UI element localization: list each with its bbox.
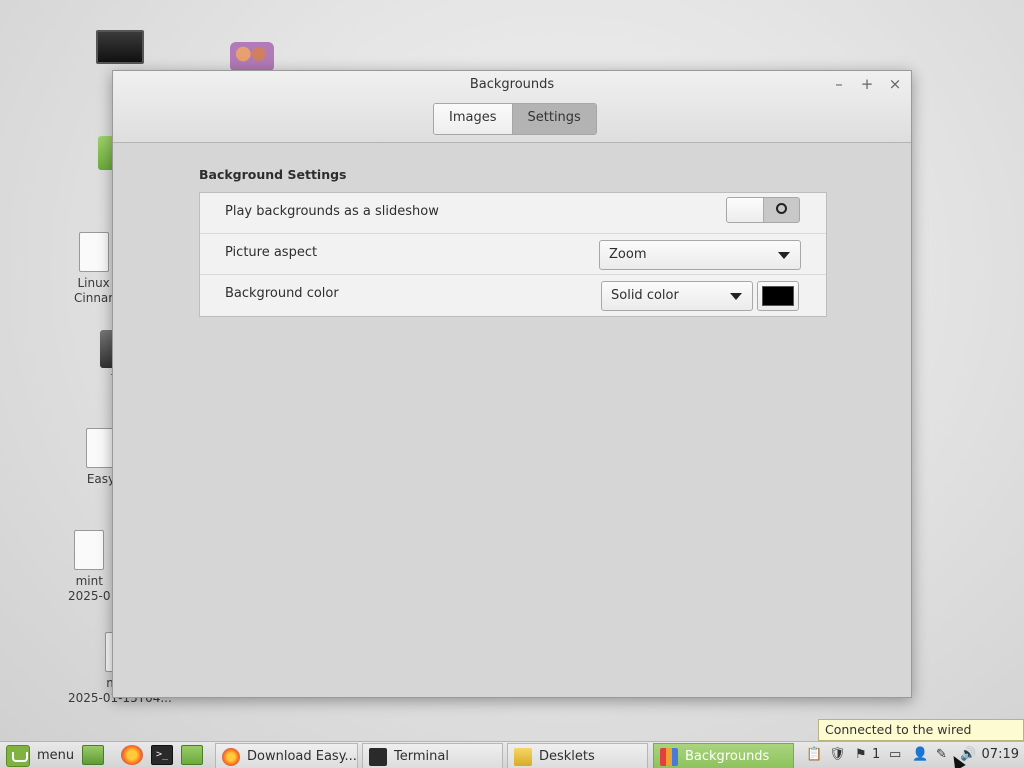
color-swatch xyxy=(762,286,794,306)
close-button[interactable]: × xyxy=(885,75,905,93)
computer-icon xyxy=(96,30,144,64)
taskbar: menu >_ Download Easy... Terminal Deskle… xyxy=(0,741,1024,768)
setting-row-slideshow: Play backgrounds as a slideshow xyxy=(200,193,826,234)
tab-images[interactable]: Images xyxy=(434,104,512,134)
desktop-icon-label: Cinnar xyxy=(74,291,114,305)
task-backgrounds[interactable]: Backgrounds xyxy=(653,743,794,768)
mint-logo-icon xyxy=(6,744,30,767)
caret-down-icon xyxy=(778,252,790,259)
desktop-icon-label: 2025-0 xyxy=(68,589,111,603)
color-type-dropdown[interactable]: Solid color xyxy=(601,281,753,311)
setting-row-aspect: Picture aspect Zoom xyxy=(200,234,826,275)
update-icon[interactable]: ⚑ xyxy=(855,747,867,762)
caret-down-icon xyxy=(730,293,742,300)
task-label: Terminal xyxy=(394,749,449,764)
task-label: Download Easy... xyxy=(247,749,357,764)
color-type-value: Solid color xyxy=(611,288,679,303)
task-label: Desklets xyxy=(539,749,595,764)
users-icon xyxy=(230,42,274,72)
minimize-button[interactable]: – xyxy=(829,75,849,93)
task-terminal[interactable]: Terminal xyxy=(362,743,503,768)
network-tooltip: Connected to the wired network xyxy=(818,719,1024,757)
clock[interactable]: 07:19 xyxy=(982,747,1019,762)
tab-settings[interactable]: Settings xyxy=(511,104,596,134)
section-title: Background Settings xyxy=(199,167,347,182)
network-icon[interactable]: ✎ xyxy=(936,747,947,762)
backgrounds-window: Backgrounds – + × Images Settings Backgr… xyxy=(112,70,912,698)
terminal-icon xyxy=(369,747,387,766)
task-label: Backgrounds xyxy=(685,749,770,764)
desktop-icon-label: Linux xyxy=(77,276,110,290)
display-icon[interactable]: ▭ xyxy=(889,747,901,762)
shield-icon[interactable]: 🛡 xyxy=(829,747,846,762)
switch-knob xyxy=(727,198,764,222)
desklets-icon xyxy=(514,747,532,766)
color-picker-button[interactable] xyxy=(757,281,799,311)
firefox-icon xyxy=(222,747,240,766)
files-launcher-icon[interactable] xyxy=(181,745,203,765)
maximize-button[interactable]: + xyxy=(857,75,877,93)
slideshow-switch[interactable] xyxy=(726,197,800,223)
show-desktop-icon[interactable] xyxy=(82,745,104,765)
picture-aspect-label: Picture aspect xyxy=(225,245,318,260)
task-download-easy[interactable]: Download Easy... xyxy=(215,743,358,768)
task-desklets[interactable]: Desklets xyxy=(507,743,648,768)
settings-list: Play backgrounds as a slideshow Picture … xyxy=(199,192,827,317)
menu-button[interactable]: menu xyxy=(2,743,78,768)
clipboard-icon[interactable]: 📋 xyxy=(806,747,822,762)
user-icon[interactable]: 👤 xyxy=(912,747,928,762)
terminal-launcher-icon[interactable]: >_ xyxy=(151,745,173,765)
setting-row-color: Background color Solid color xyxy=(200,275,826,316)
picture-aspect-value: Zoom xyxy=(609,247,647,262)
settings-content: Background Settings Play backgrounds as … xyxy=(199,167,827,317)
picture-aspect-dropdown[interactable]: Zoom xyxy=(599,240,801,270)
window-title: Backgrounds xyxy=(469,77,555,92)
desktop-icon-label: mint xyxy=(75,574,103,588)
switch-off-icon xyxy=(776,203,787,214)
background-color-label: Background color xyxy=(225,286,339,301)
desktop-icon-cinnamon-doc[interactable]: Linux Cinnar xyxy=(74,232,113,306)
window-titlebar[interactable]: Backgrounds – + × Images Settings xyxy=(113,71,911,143)
tab-switcher: Images Settings xyxy=(433,103,597,135)
document-icon xyxy=(74,530,105,570)
document-icon xyxy=(78,232,109,272)
backgrounds-icon xyxy=(660,747,678,766)
menu-label: menu xyxy=(37,748,75,763)
workspace-indicator[interactable]: 1 xyxy=(872,747,880,762)
firefox-launcher-icon[interactable] xyxy=(121,745,143,765)
desktop-icon-mint-file-1[interactable]: mint 2025-0 xyxy=(68,530,111,604)
desktop-icon-users[interactable] xyxy=(230,42,274,72)
slideshow-label: Play backgrounds as a slideshow xyxy=(225,204,439,219)
